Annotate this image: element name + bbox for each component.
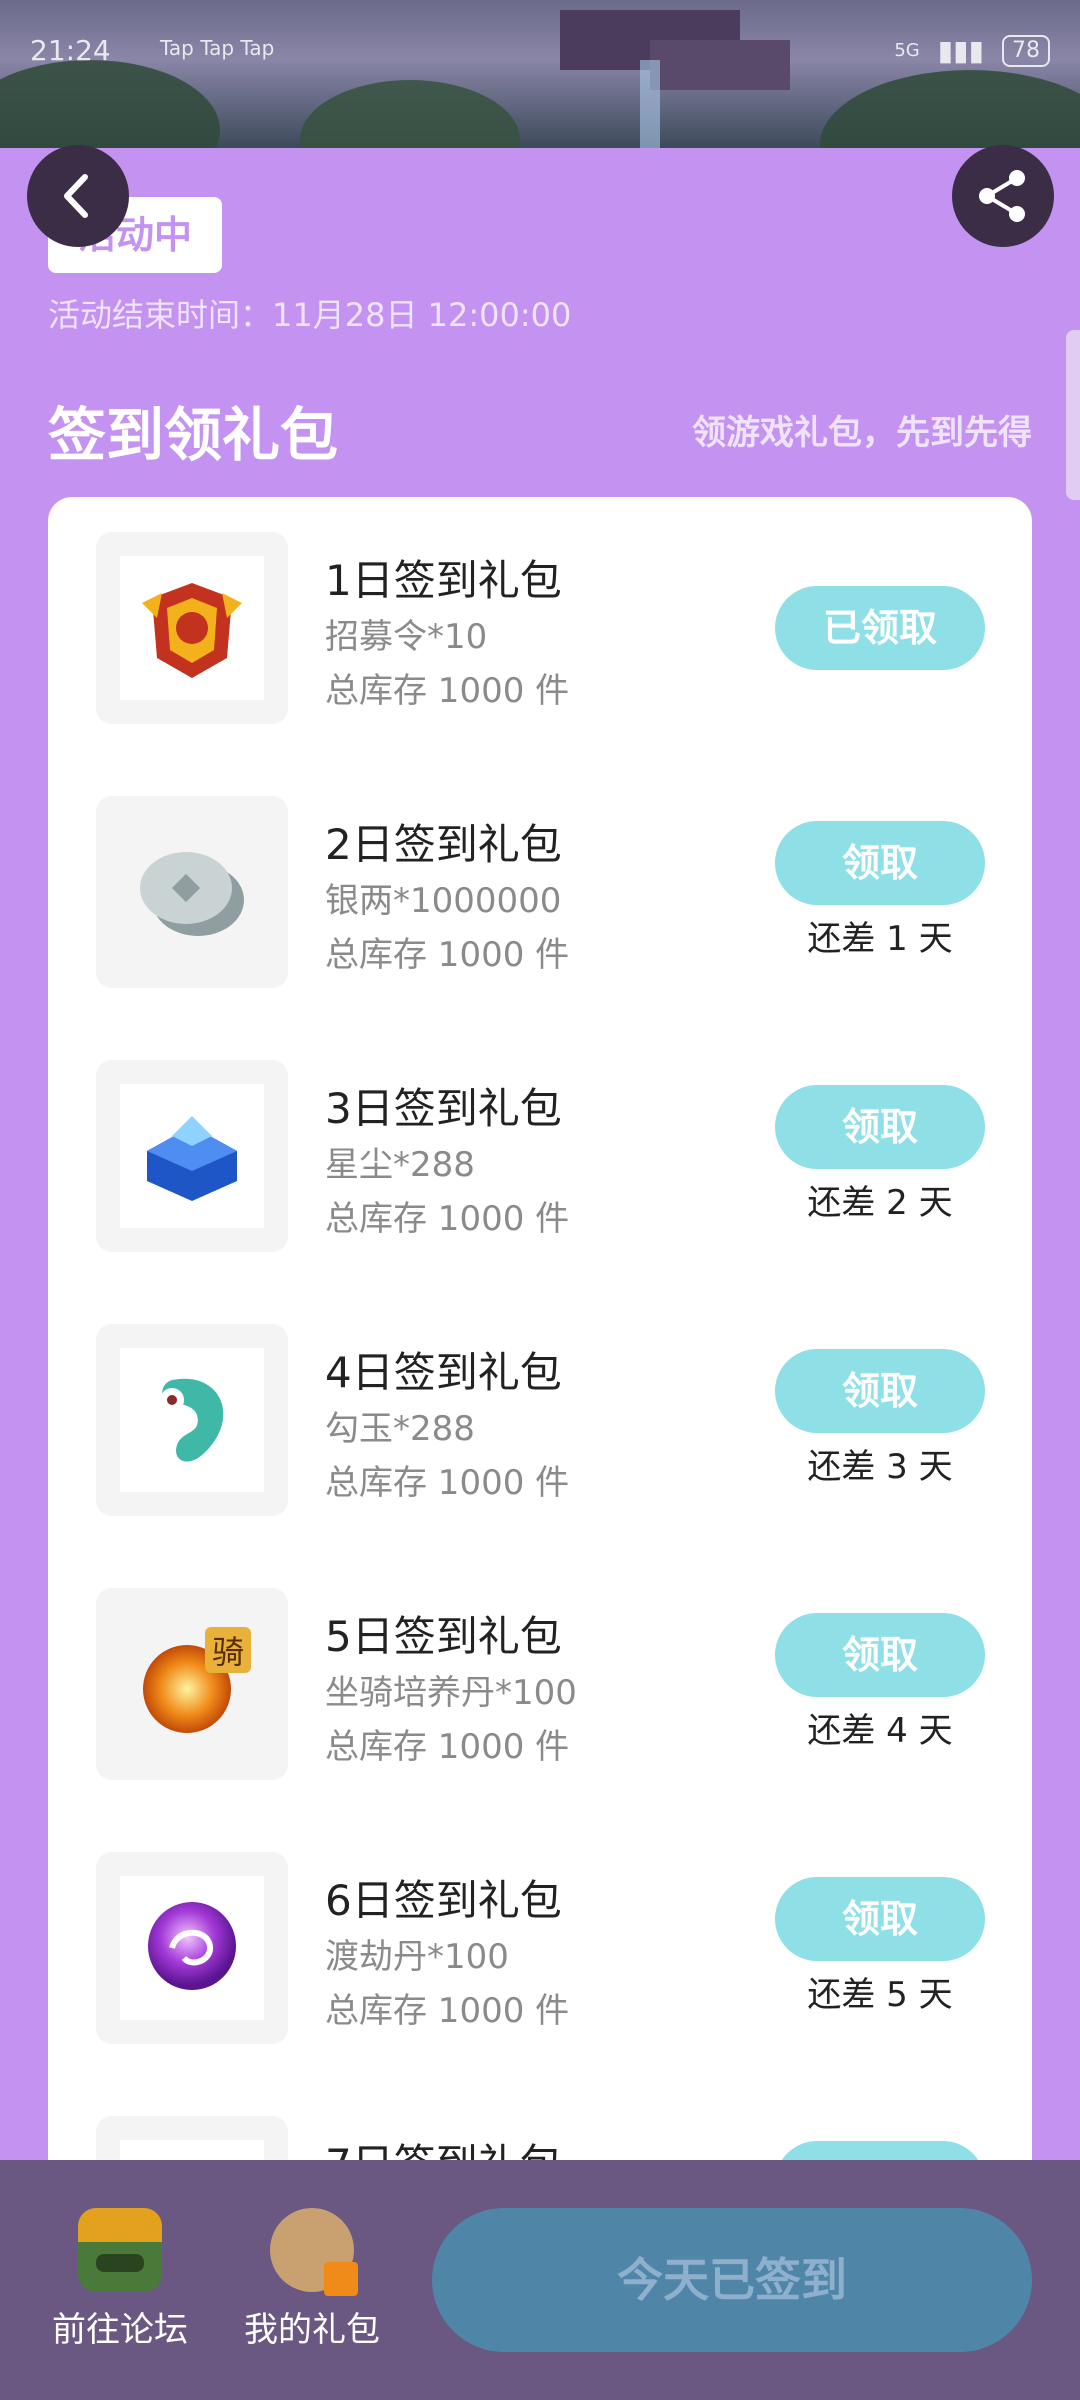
gift-row-day5: 骑 5日签到礼包 坐骑培养丹*100 总库存 1000 件 领取 还差 4 天 [48,1553,1032,1783]
gift-stock: 总库存 1000 件 [325,1463,570,1503]
gift-box-icon [324,2262,358,2296]
forum-label: 前往论坛 [52,2310,188,2350]
gift-thumb [96,1324,288,1516]
gift-name: 3日签到礼包 [325,1084,562,1133]
gift-name: 4日签到礼包 [325,1348,562,1397]
stardust-chest-icon [147,1116,237,1201]
gift-name: 6日签到礼包 [325,1876,562,1925]
gift-row-day2: 2日签到礼包 银两*1000000 总库存 1000 件 领取 还差 1 天 [48,761,1032,991]
gift-stock: 总库存 1000 件 [325,935,570,975]
gift-item: 招募令*10 [325,617,488,657]
section-subtitle: 领游戏礼包，先到先得 [692,413,1032,453]
my-gifts-avatar-icon [270,2208,358,2296]
signal-icon: ▮▮▮ [937,34,984,67]
gift-item: 坐骑培养丹*100 [325,1673,577,1713]
gift-thumb [96,532,288,724]
gift-row-day4: 4日签到礼包 勾玉*288 总库存 1000 件 领取 还差 3 天 [48,1289,1032,1519]
gift-stock: 总库存 1000 件 [325,1199,570,1239]
gift-stock: 总库存 1000 件 [325,1727,570,1767]
claim-button[interactable]: 领取 [775,1085,985,1169]
gift-item: 勾玉*288 [325,1409,475,1449]
gift-thumb: 骑 [96,1588,288,1780]
days-remaining: 还差 4 天 [807,1711,953,1751]
mount-pill-icon: 骑 [143,1627,251,1733]
gift-row-day1: 1日签到礼包 招募令*10 总库存 1000 件 已领取 [48,497,1032,727]
chevron-left-icon [64,174,88,218]
tribulation-pill-icon [148,1902,236,1990]
battery-icon: 78 [1002,34,1050,67]
days-remaining: 还差 1 天 [807,919,953,959]
status-time: 21:24 [30,34,111,67]
silver-coin-icon [140,852,244,936]
bottom-action-bar: 前往论坛 我的礼包 今天已签到 [0,2160,1080,2400]
my-gifts-button[interactable]: 我的礼包 [240,2208,384,2351]
header-banner [0,0,1080,148]
claim-button[interactable]: 领取 [775,1349,985,1433]
claimed-button[interactable]: 已领取 [775,586,985,670]
gift-name: 1日签到礼包 [325,556,562,605]
svg-text:骑: 骑 [212,1633,244,1671]
gift-thumb [96,1852,288,2044]
gift-thumb [96,796,288,988]
claim-button[interactable]: 领取 [775,821,985,905]
gift-thumb [96,1060,288,1252]
forum-button[interactable]: 前往论坛 [48,2208,192,2351]
my-gifts-label: 我的礼包 [244,2310,380,2350]
share-icon [979,170,1025,222]
gift-row-day3: 3日签到礼包 星尘*288 总库存 1000 件 领取 还差 2 天 [48,1025,1032,1255]
gift-list[interactable]: 1日签到礼包 招募令*10 总库存 1000 件 已领取 2日签到礼包 银两*1… [48,497,1032,2197]
gift-name: 2日签到礼包 [325,820,562,869]
signed-today-button[interactable]: 今天已签到 [432,2208,1032,2352]
scroll-indicator [1066,330,1080,500]
days-remaining: 还差 5 天 [807,1975,953,2015]
back-button[interactable] [27,145,129,247]
share-button[interactable] [952,145,1054,247]
gift-item: 星尘*288 [325,1145,475,1185]
gift-item: 渡劫丹*100 [325,1937,509,1977]
gift-stock: 总库存 1000 件 [325,1991,570,2031]
days-remaining: 还差 2 天 [807,1183,953,1223]
recruit-token-icon [142,583,242,678]
activity-end-time: 活动结束时间：11月28日 12:00:00 [48,296,572,334]
days-remaining: 还差 3 天 [807,1447,953,1487]
gift-item: 银两*1000000 [325,881,562,921]
magatama-icon [160,1378,224,1462]
status-bar: 21:24 Tap Tap Tap 5G ▮▮▮ 78 [0,30,1080,74]
claim-button[interactable]: 领取 [775,1613,985,1697]
gift-name: 5日签到礼包 [325,1612,562,1661]
section-title: 签到领礼包 [48,401,339,469]
gift-row-day6: 6日签到礼包 渡劫丹*100 总库存 1000 件 领取 还差 5 天 [48,1817,1032,2047]
claim-button[interactable]: 领取 [775,1877,985,1961]
network-label: 5G [894,40,920,61]
status-app-icons: Tap Tap Tap [160,36,275,60]
gift-stock: 总库存 1000 件 [325,671,570,711]
forum-avatar-icon [78,2208,162,2292]
